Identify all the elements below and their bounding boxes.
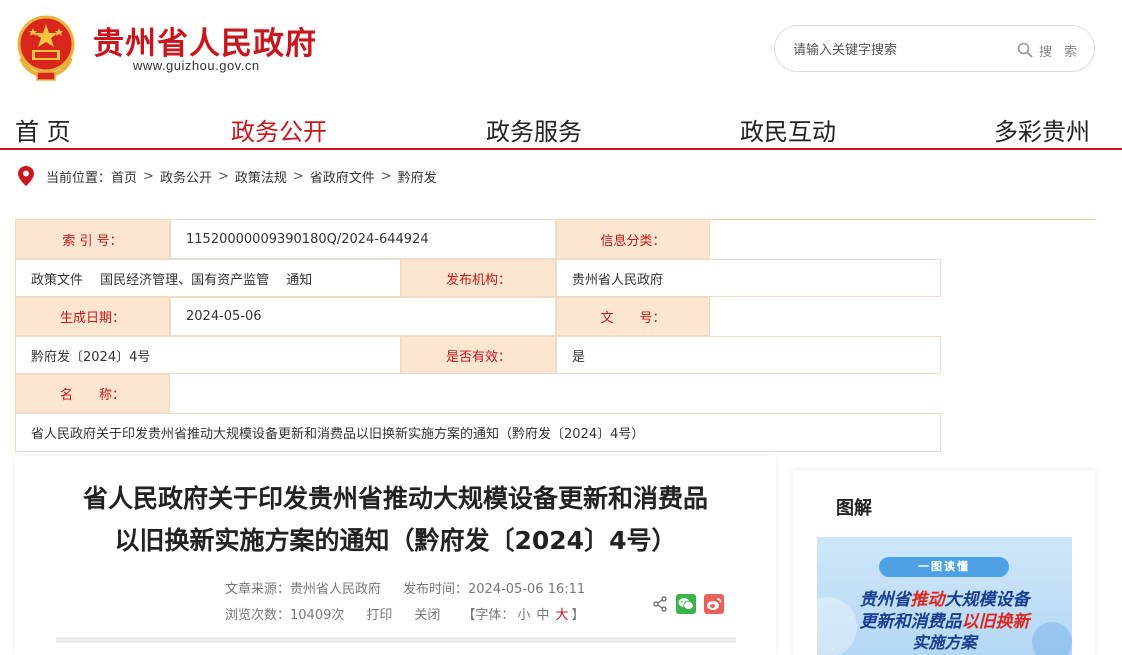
date-value: 2024-05-06 <box>170 297 556 336</box>
breadcrumb-item-home[interactable]: 首页 <box>111 167 137 186</box>
article-source: 文章来源：贵州省人民政府 <box>225 582 382 597</box>
search-icon <box>1017 42 1033 58</box>
main-nav: 首 页 政务公开 政务服务 政民互动 多彩贵州 <box>0 100 1122 150</box>
weibo-icon <box>707 598 722 610</box>
breadcrumb-separator: > <box>217 168 229 184</box>
breadcrumb-item-government-affairs[interactable]: 政务公开 <box>160 167 212 186</box>
site-header: 贵州省人民政府 www.guizhou.gov.cn 搜 索 <box>0 0 1122 95</box>
nav-item-interaction[interactable]: 政民互动 <box>740 112 836 147</box>
national-emblem-icon[interactable] <box>15 14 77 82</box>
search-input[interactable] <box>793 40 1013 60</box>
article-title-line1: 省人民政府关于印发贵州省推动大规模设备更新和消费品 <box>82 484 708 513</box>
article-views: 浏览次数：10409次 <box>225 608 345 623</box>
site-title[interactable]: 贵州省人民政府 <box>93 18 317 63</box>
print-link[interactable]: 打印 <box>366 604 392 623</box>
article-title-line2: 以旧换新实施方案的通知（黔府发〔2024〕4号） <box>114 526 677 555</box>
index-number-label: 索 引 号： <box>15 219 170 259</box>
sidebar-infographics: 图解 一图读懂 贵州省推动大规模设备 更新和消费品以旧换新 实施方案 <box>793 470 1095 655</box>
validity-label: 是否有效： <box>401 336 556 374</box>
infographic-tag: 一图读懂 <box>879 557 1009 577</box>
date-label: 生成日期： <box>15 297 170 336</box>
share-icon[interactable] <box>652 596 668 612</box>
font-size-small[interactable]: 小 <box>517 604 530 623</box>
sidebar-title: 图解 <box>836 498 872 519</box>
index-number-value: 11520000009390180Q/2024-644924 <box>170 219 556 259</box>
category-label: 信息分类： <box>556 219 710 259</box>
nav-item-colorful-guizhou[interactable]: 多彩贵州 <box>994 112 1090 147</box>
breadcrumb-separator: > <box>143 168 154 184</box>
location-pin-icon <box>18 166 34 186</box>
breadcrumb-separator: > <box>292 168 304 184</box>
nav-item-government-services[interactable]: 政务服务 <box>486 112 582 147</box>
validity-value: 是 <box>556 336 941 374</box>
infographic-banner[interactable]: 一图读懂 贵州省推动大规模设备 更新和消费品以旧换新 实施方案 <box>817 537 1072 655</box>
font-size-large[interactable]: 大 <box>555 604 568 623</box>
search-button-label: 搜 索 <box>1039 44 1082 60</box>
publisher-label: 发布机构： <box>401 259 556 297</box>
breadcrumb-item-policies[interactable]: 政策法规 <box>235 167 287 186</box>
nav-item-government-affairs[interactable]: 政务公开 <box>231 112 327 147</box>
article-tools: 浏览次数：10409次 打印 关闭 【字体： 小 中 大 】 <box>225 604 584 623</box>
name-label: 名 称： <box>15 374 170 413</box>
article-panel: 省人民政府关于印发贵州省推动大规模设备更新和消费品 以旧换新实施方案的通知（黔府… <box>15 456 776 655</box>
share-buttons <box>652 594 724 614</box>
nav-item-home[interactable]: 首 页 <box>15 112 71 147</box>
document-number-label: 文 号： <box>556 297 710 336</box>
breadcrumb: 当前位置： 首页 > 政务公开 > 政策法规 > 省政府文件 > 黔府发 <box>18 164 437 188</box>
document-number-value: 黔府发〔2024〕4号 <box>15 336 401 374</box>
breadcrumb-item-provincial-documents[interactable]: 省政府文件 <box>310 167 375 186</box>
article-publish-time: 发布时间：2024-05-06 16:11 <box>403 582 586 597</box>
font-size-label: 【字体： <box>462 608 515 623</box>
font-size-medium[interactable]: 中 <box>536 604 549 623</box>
breadcrumb-item-qianfufa[interactable]: 黔府发 <box>398 167 437 186</box>
weibo-share-button[interactable] <box>704 594 724 614</box>
search-box: 搜 索 <box>774 25 1095 72</box>
breadcrumb-prefix: 当前位置： <box>46 170 112 186</box>
wechat-icon <box>678 598 694 610</box>
breadcrumb-separator: > <box>380 168 392 184</box>
article-title: 省人民政府关于印发贵州省推动大规模设备更新和消费品 以旧换新实施方案的通知（黔府… <box>45 478 746 562</box>
publisher-value: 贵州省人民政府 <box>556 259 941 297</box>
site-url[interactable]: www.guizhou.gov.cn <box>133 58 260 73</box>
wechat-share-button[interactable] <box>676 594 696 614</box>
close-link[interactable]: 关闭 <box>414 604 440 623</box>
name-value: 省人民政府关于印发贵州省推动大规模设备更新和消费品以旧换新实施方案的通知（黔府发… <box>15 413 941 452</box>
search-button[interactable]: 搜 索 <box>1017 39 1081 61</box>
font-size-label-close: 】 <box>571 608 585 623</box>
article-meta-line: 文章来源：贵州省人民政府 发布时间：2024-05-06 16:11 <box>225 578 585 597</box>
article-divider <box>56 637 736 643</box>
category-value: 政策文件 国民经济管理、国有资产监管 通知 <box>15 259 401 297</box>
infographic-heading-line3: 实施方案 <box>912 633 977 652</box>
